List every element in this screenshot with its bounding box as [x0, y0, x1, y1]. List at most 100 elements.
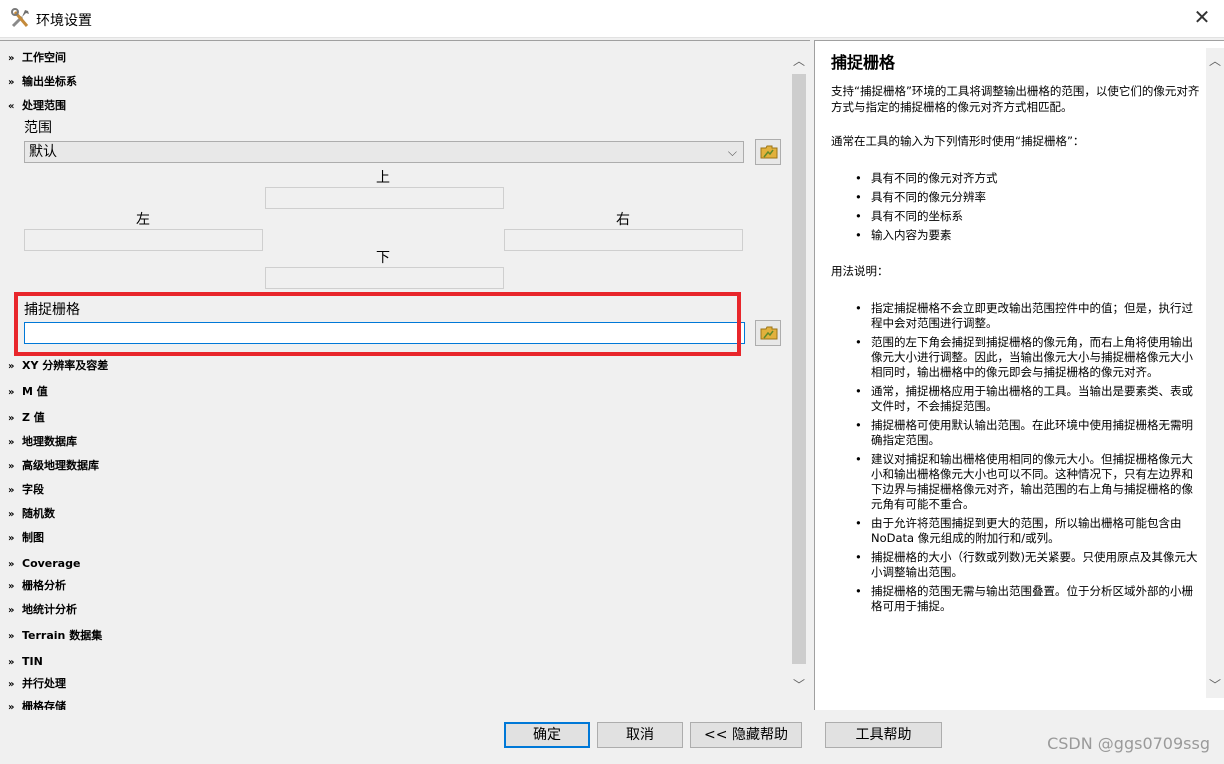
list-item: 建议对捕捉和输出栅格使用相同的像元大小。但捕捉栅格像元大小和输出栅格像元大小也可…: [831, 452, 1201, 512]
expand-chevron-icon: »: [8, 509, 15, 520]
expand-chevron-icon: »: [8, 361, 15, 372]
section-label: 输出坐标系: [22, 75, 77, 88]
list-item: 捕捉栅格可使用默认输出范围。在此环境中使用捕捉栅格无需明确指定范围。: [831, 418, 1201, 448]
chevron-down-icon: ⌵: [727, 145, 737, 159]
section-raster-analysis[interactable]: » 栅格分析: [8, 577, 66, 595]
help-notes-list: 指定捕捉栅格不会立即更改输出范围控件中的值；但是，执行过程中会对范围进行调整。 …: [831, 301, 1201, 618]
collapse-chevron-icon: «: [8, 101, 15, 112]
section-label: XY 分辨率及容差: [22, 359, 109, 372]
section-label: M 值: [22, 385, 48, 398]
section-coverage[interactable]: » Coverage: [8, 555, 80, 573]
list-item: 具有不同的坐标系: [831, 209, 1201, 224]
section-label: 栅格存储: [22, 700, 66, 710]
extent-left-field[interactable]: [24, 229, 263, 251]
section-output-coordinate-system[interactable]: » 输出坐标系: [8, 73, 77, 91]
expand-chevron-icon: »: [8, 77, 15, 88]
section-label: TIN: [22, 655, 43, 668]
expand-chevron-icon: »: [8, 702, 15, 710]
section-cartography[interactable]: » 制图: [8, 529, 44, 547]
list-item: 具有不同的像元对齐方式: [831, 171, 1201, 186]
list-item: 捕捉栅格的范围无需与输出范围叠置。位于分析区域外部的小栅格可用于捕捉。: [831, 584, 1201, 614]
extent-bottom-label: 下: [376, 250, 390, 266]
section-terrain-dataset[interactable]: » Terrain 数据集: [8, 627, 102, 645]
window-title: 环境设置: [36, 13, 92, 29]
snap-raster-input[interactable]: [24, 322, 745, 344]
section-processing-extent[interactable]: « 处理范围: [8, 97, 66, 115]
section-label: Coverage: [22, 557, 81, 570]
help-scrollbar[interactable]: ︿ ﹀: [1206, 48, 1224, 698]
section-label: 地统计分析: [22, 603, 77, 616]
section-label: 随机数: [22, 507, 55, 520]
expand-chevron-icon: »: [8, 559, 15, 570]
title-bar: 环境设置 ✕: [0, 0, 1224, 38]
section-advanced-geodatabase[interactable]: » 高级地理数据库: [8, 457, 99, 475]
extent-dropdown[interactable]: 默认 ⌵: [24, 141, 744, 163]
help-usage-intro: 通常在工具的输入为下列情形时使用“捕捉栅格”：: [831, 134, 1085, 148]
tool-help-button[interactable]: 工具帮助: [825, 722, 942, 748]
section-label: 栅格分析: [22, 579, 66, 592]
extent-bottom-field[interactable]: [265, 267, 504, 289]
hide-help-button[interactable]: << 隐藏帮助: [690, 722, 802, 748]
section-tin[interactable]: » TIN: [8, 653, 43, 671]
expand-chevron-icon: »: [8, 679, 15, 690]
cancel-button[interactable]: 取消: [597, 722, 683, 748]
section-label: 制图: [22, 531, 44, 544]
chevron-up-icon[interactable]: ︿: [1206, 52, 1224, 70]
tools-icon: [11, 8, 29, 28]
extent-right-label: 右: [616, 212, 630, 228]
scroll-thumb[interactable]: [792, 74, 806, 664]
extent-right-field[interactable]: [504, 229, 743, 251]
extent-dropdown-value: 默认: [29, 144, 57, 160]
section-label: 并行处理: [22, 677, 66, 690]
settings-scrollbar[interactable]: ︿ ﹀: [790, 48, 808, 698]
folder-icon: [760, 326, 778, 340]
list-item: 输入内容为要素: [831, 228, 1201, 243]
section-label: Terrain 数据集: [22, 629, 103, 642]
section-z-values[interactable]: » Z 值: [8, 409, 45, 427]
section-geostatistical-analysis[interactable]: » 地统计分析: [8, 601, 77, 619]
expand-chevron-icon: »: [8, 387, 15, 398]
expand-chevron-icon: »: [8, 437, 15, 448]
chevron-up-icon[interactable]: ︿: [790, 52, 808, 70]
watermark-text: CSDN @ggs0709ssg: [1047, 734, 1210, 753]
section-label: 工作空间: [22, 51, 66, 64]
list-item: 范围的左下角会捕捉到捕捉栅格的像元角，而右上角将使用输出像元大小进行调整。因此，…: [831, 335, 1201, 380]
settings-pane: » 工作空间 » 输出坐标系 « 处理范围 范围 默认 ⌵ 上 左 右 下 捕捉栅格: [0, 40, 810, 710]
expand-chevron-icon: »: [8, 631, 15, 642]
list-item: 指定捕捉栅格不会立即更改输出范围控件中的值；但是，执行过程中会对范围进行调整。: [831, 301, 1201, 331]
help-intro: 支持“捕捉栅格”环境的工具将调整输出栅格的范围，以使它们的像元对齐方式与指定的捕…: [831, 84, 1200, 114]
expand-chevron-icon: »: [8, 461, 15, 472]
expand-chevron-icon: »: [8, 53, 15, 64]
dialog-footer: 确定 取消 << 隐藏帮助 工具帮助 CSDN @ggs0709ssg: [0, 712, 1224, 764]
section-random-numbers[interactable]: » 随机数: [8, 505, 55, 523]
list-item: 由于允许将范围捕捉到更大的范围，所以输出栅格可能包含由 NoData 像元组成的…: [831, 516, 1201, 546]
section-xy-resolution[interactable]: » XY 分辨率及容差: [8, 357, 108, 375]
chevron-down-icon[interactable]: ﹀: [790, 676, 808, 694]
help-notes-title: 用法说明：: [831, 264, 889, 278]
list-item: 捕捉栅格的大小（行数或列数)无关紧要。只使用原点及其像元大小调整输出范围。: [831, 550, 1201, 580]
section-m-values[interactable]: » M 值: [8, 383, 48, 401]
chevron-down-icon[interactable]: ﹀: [1206, 676, 1224, 694]
close-button[interactable]: ✕: [1190, 6, 1214, 30]
section-label: 地理数据库: [22, 435, 77, 448]
section-geodatabase[interactable]: » 地理数据库: [8, 433, 77, 451]
section-parallel-processing[interactable]: » 并行处理: [8, 675, 66, 693]
section-workspace[interactable]: » 工作空间: [8, 49, 66, 67]
extent-top-field[interactable]: [265, 187, 504, 209]
snap-raster-label: 捕捉栅格: [24, 302, 80, 318]
section-raster-storage[interactable]: » 栅格存储: [8, 698, 66, 710]
help-title: 捕捉栅格: [831, 53, 896, 72]
extent-top-label: 上: [376, 170, 390, 186]
extent-label: 范围: [24, 120, 52, 136]
expand-chevron-icon: »: [8, 485, 15, 496]
expand-chevron-icon: »: [8, 533, 15, 544]
list-item: 通常，捕捉栅格应用于输出栅格的工具。当输出是要素类、表或文件时，不会捕捉范围。: [831, 384, 1201, 414]
extent-browse-button[interactable]: [755, 139, 781, 165]
section-label: 字段: [22, 483, 44, 496]
section-fields[interactable]: » 字段: [8, 481, 44, 499]
list-item: 具有不同的像元分辨率: [831, 190, 1201, 205]
snap-raster-browse-button[interactable]: [755, 320, 781, 346]
folder-icon: [760, 145, 778, 159]
section-label: 处理范围: [22, 99, 66, 112]
ok-button[interactable]: 确定: [504, 722, 590, 748]
